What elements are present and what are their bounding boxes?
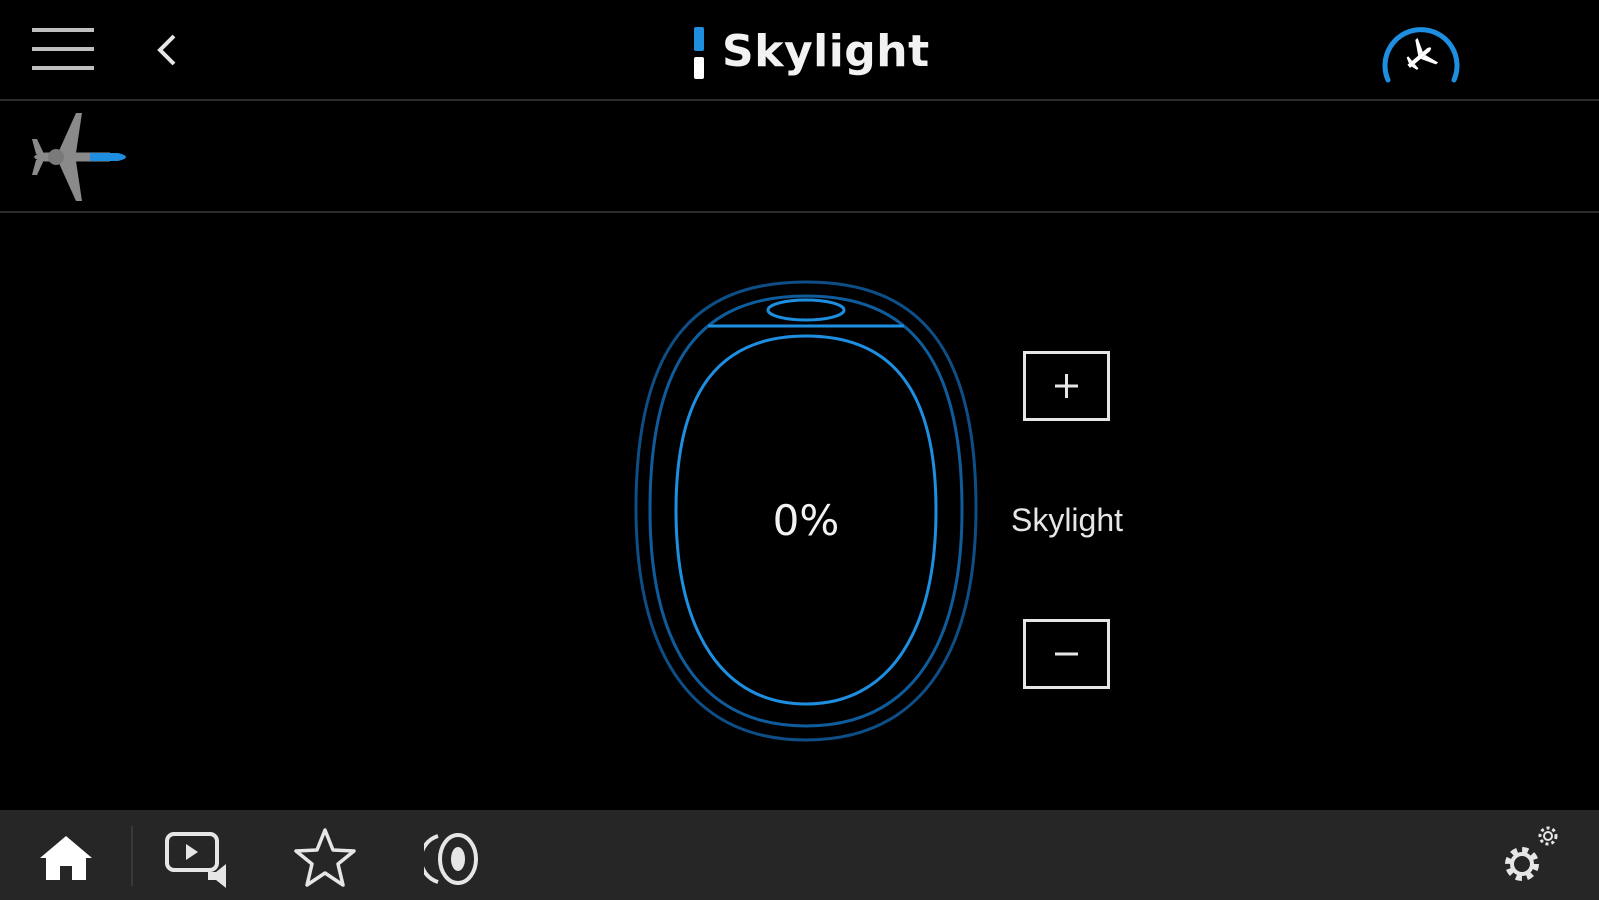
increase-skylight-button[interactable] — [1023, 351, 1110, 421]
decrease-skylight-button[interactable] — [1023, 619, 1110, 689]
settings-icon — [1505, 826, 1558, 881]
aircraft-top-view-icon — [26, 109, 136, 205]
airplane-progress-icon — [1382, 27, 1460, 83]
top-bar: Skylight — [0, 0, 1599, 101]
media-icon — [165, 832, 226, 888]
hamburger-menu-icon — [32, 28, 94, 70]
title-marker — [694, 23, 704, 79]
skylight-screen: Skylight 0% Skylight — [0, 0, 1599, 900]
home-icon — [40, 836, 92, 880]
audio-button[interactable] — [418, 828, 488, 890]
menu-button[interactable] — [24, 22, 96, 78]
settings-button[interactable] — [1498, 820, 1564, 892]
star-icon — [294, 828, 356, 887]
chevron-left-icon — [157, 34, 176, 66]
page-title: Skylight — [722, 25, 930, 77]
aircraft-location-bar — [0, 101, 1599, 213]
favorites-button[interactable] — [292, 826, 358, 888]
page-title-group: Skylight — [694, 18, 930, 84]
skylight-value: 0% — [772, 496, 840, 545]
home-button[interactable] — [36, 832, 96, 884]
media-button[interactable] — [164, 828, 232, 890]
plus-icon — [1055, 374, 1078, 398]
nav-divider — [131, 826, 133, 886]
back-button[interactable] — [148, 26, 188, 74]
skylight-control-label: Skylight — [1010, 502, 1124, 538]
speaker-icon — [418, 833, 478, 885]
flight-status-button[interactable] — [1378, 16, 1468, 90]
bottom-navigation-bar — [0, 810, 1599, 900]
minus-icon — [1055, 652, 1078, 656]
